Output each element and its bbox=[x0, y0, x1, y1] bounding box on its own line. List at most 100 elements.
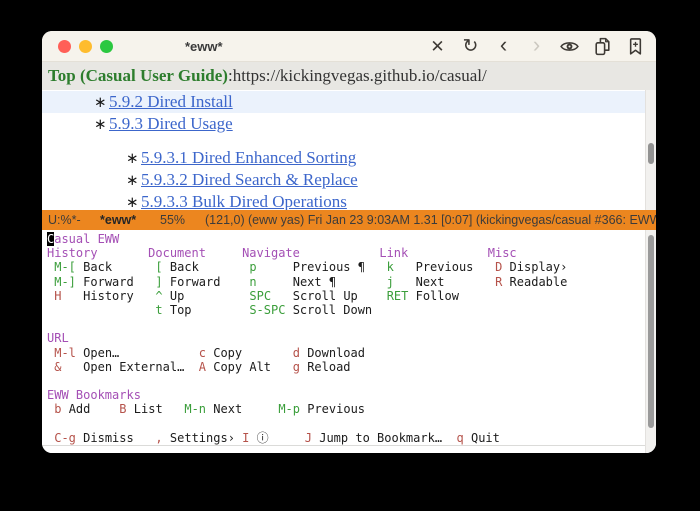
transient-text bbox=[184, 289, 249, 303]
transient-text: Forward bbox=[83, 275, 134, 289]
modeline-status-flags: U:%*- bbox=[48, 210, 81, 230]
transient-key: SPC bbox=[249, 289, 271, 303]
toc-link-dired-search-replace[interactable]: 5.9.3.2 Dired Search & Replace bbox=[141, 170, 358, 189]
transient-text: Copy Alt bbox=[213, 360, 271, 374]
transient-text bbox=[442, 431, 456, 445]
blank-line bbox=[42, 135, 656, 147]
modeline-misc-info: (eww yas) Fri Jan 23 9:03AM 1.31 [0:07] … bbox=[248, 210, 656, 230]
transient-text bbox=[249, 431, 256, 445]
list-bullet: ∗ bbox=[94, 114, 109, 136]
mode-line: U:%*- *eww* 55% (121,0) (eww yas) Fri Ja… bbox=[42, 210, 656, 230]
page-url: https://kickingvegas.github.io/casual/ bbox=[233, 66, 487, 86]
toc-link-dired-install[interactable]: 5.9.2 Dired Install bbox=[109, 92, 233, 111]
transient-text bbox=[98, 246, 149, 260]
transient-text bbox=[242, 346, 293, 360]
toc-link-dired-usage[interactable]: 5.9.3 Dired Usage bbox=[109, 114, 233, 133]
zoom-window-button[interactable] bbox=[100, 40, 113, 53]
transient-text bbox=[112, 260, 155, 274]
eww-buffer: ∗5.9.2 Dired Install ∗5.9.3 Dired Usage … bbox=[42, 90, 656, 210]
transient-text bbox=[285, 303, 292, 317]
transient-scrollbar-track[interactable] bbox=[645, 230, 656, 453]
transient-key: q bbox=[457, 431, 464, 445]
transient-key: n bbox=[249, 275, 256, 289]
transient-text: Forward bbox=[170, 275, 221, 289]
transient-text bbox=[90, 402, 119, 416]
transient-key: [ bbox=[155, 260, 162, 274]
copy-page-icon[interactable] bbox=[592, 36, 613, 57]
close-buffer-icon[interactable]: ✕ bbox=[427, 36, 448, 57]
transient-text: ⓘ bbox=[257, 431, 269, 445]
transient-key: RET bbox=[387, 289, 409, 303]
transient-text: Settings› bbox=[170, 431, 235, 445]
title-bar[interactable]: *eww* ✕ ↻ ‹ › bbox=[42, 31, 656, 62]
transient-text bbox=[445, 275, 496, 289]
transient-text: Readable bbox=[510, 275, 568, 289]
transient-key: p bbox=[249, 260, 256, 274]
transient-text bbox=[119, 346, 198, 360]
transient-text bbox=[394, 260, 416, 274]
list-bullet: ∗ bbox=[126, 148, 141, 170]
minimize-window-button[interactable] bbox=[79, 40, 92, 53]
content-scrollbar-track[interactable] bbox=[645, 90, 656, 210]
transient-line: M-l Open… c Copy d Download bbox=[47, 346, 656, 360]
transient-text bbox=[502, 275, 509, 289]
transient-key: J bbox=[305, 431, 312, 445]
toc-link-bulk-dired-operations[interactable]: 5.9.3.3 Bulk Dired Operations bbox=[141, 192, 347, 210]
transient-line: History Document Navigate Link Misc bbox=[47, 246, 656, 260]
transient-text: Top bbox=[170, 303, 192, 317]
transient-text bbox=[127, 402, 134, 416]
content-scrollbar-thumb[interactable] bbox=[648, 143, 654, 164]
toc-link-dired-enhanced-sorting[interactable]: 5.9.3.1 Dired Enhanced Sorting bbox=[141, 148, 356, 167]
transient-line: Casual EWW bbox=[47, 232, 656, 246]
transient-line bbox=[47, 416, 656, 430]
close-window-button[interactable] bbox=[58, 40, 71, 53]
transient-scrollbar-thumb[interactable] bbox=[648, 235, 654, 428]
toc-row: ∗5.9.3.1 Dired Enhanced Sorting bbox=[42, 147, 656, 169]
toolbar: ✕ ↻ ‹ › bbox=[427, 31, 646, 62]
transient-text bbox=[163, 402, 185, 416]
modeline-buffer-name: *eww* bbox=[100, 210, 136, 230]
transient-group-header: EWW Bookmarks bbox=[47, 388, 141, 402]
transient-text bbox=[408, 289, 415, 303]
transient-text bbox=[61, 360, 83, 374]
transient-line: EWW Bookmarks bbox=[47, 388, 656, 402]
transient-text bbox=[206, 246, 242, 260]
transient-key: S-SPC bbox=[249, 303, 285, 317]
add-bookmark-icon[interactable] bbox=[625, 36, 646, 57]
transient-text: List bbox=[134, 402, 163, 416]
transient-text: Dismiss bbox=[83, 431, 134, 445]
back-icon[interactable]: ‹ bbox=[493, 35, 514, 59]
transient-group-header: Navigate bbox=[242, 246, 300, 260]
transient-group-header: URL bbox=[47, 331, 69, 345]
transient-key: d bbox=[293, 346, 300, 360]
transient-text: Back bbox=[83, 260, 112, 274]
transient-text: Quit bbox=[471, 431, 500, 445]
transient-key: M-l bbox=[54, 346, 76, 360]
transient-line: URL bbox=[47, 331, 656, 345]
transient-text bbox=[192, 303, 250, 317]
transient-text bbox=[257, 260, 293, 274]
transient-line: M-[ Back [ Back p Previous ¶ k Previous … bbox=[47, 260, 656, 274]
transient-text: Back bbox=[170, 260, 199, 274]
transient-text bbox=[271, 289, 293, 303]
transient-line: C-g Dismiss , Settings› I ⓘ J Jump to Bo… bbox=[47, 431, 656, 445]
transient-line: H History ^ Up SPC Scroll Up RET Follow bbox=[47, 289, 656, 303]
transient-text: Display› bbox=[510, 260, 568, 274]
transient-group-header: Link bbox=[379, 246, 408, 260]
transient-key: ^ bbox=[155, 289, 162, 303]
toc-row-highlighted: ∗5.9.2 Dired Install bbox=[42, 91, 656, 113]
toc-row: ∗5.9.3.3 Bulk Dired Operations bbox=[42, 191, 656, 210]
transient-group-header: Document bbox=[148, 246, 206, 260]
window-title: *eww* bbox=[185, 31, 223, 62]
transient-text bbox=[365, 260, 387, 274]
page-title: Top (Casual User Guide) bbox=[48, 66, 228, 86]
eww-header-line: Top (Casual User Guide): https://kicking… bbox=[42, 62, 656, 90]
transient-text: Download bbox=[307, 346, 365, 360]
reload-icon[interactable]: ↻ bbox=[460, 36, 481, 57]
transient-text bbox=[184, 360, 198, 374]
transient-line: t Top S-SPC Scroll Down bbox=[47, 303, 656, 317]
transient-text: Scroll Down bbox=[293, 303, 372, 317]
transient-key: ] bbox=[155, 275, 162, 289]
readable-view-eye-icon[interactable] bbox=[559, 36, 580, 57]
transient-group-header: asual EWW bbox=[54, 232, 119, 246]
